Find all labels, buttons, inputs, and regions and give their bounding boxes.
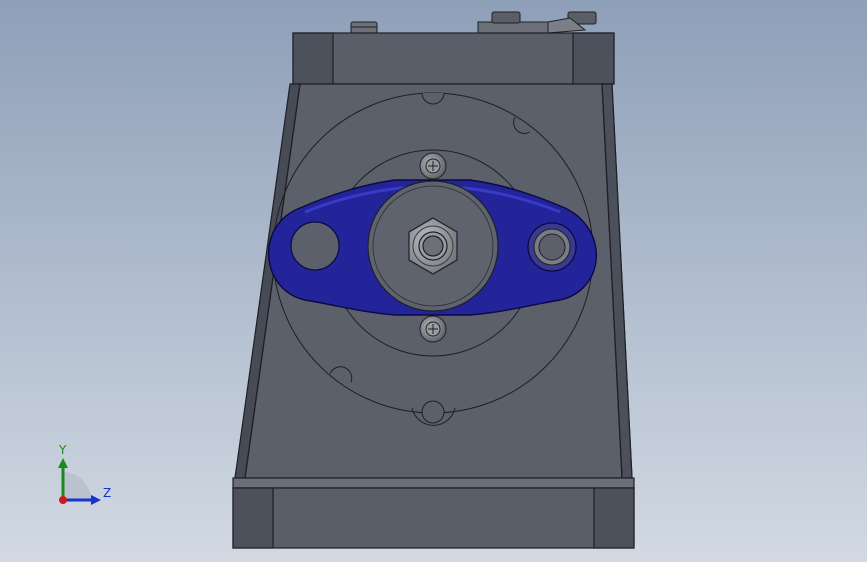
base-plate[interactable] [232, 477, 635, 549]
screw-top[interactable] [419, 152, 447, 180]
z-axis-label: Z [103, 486, 111, 500]
cad-model-view[interactable]: Y Z [0, 0, 867, 562]
screw-bottom[interactable] [419, 315, 447, 343]
y-axis-label: Y [58, 443, 67, 457]
top-block[interactable] [292, 32, 615, 85]
x-axis-dot-icon [59, 496, 67, 504]
3d-viewport[interactable]: Y Z [0, 0, 867, 562]
